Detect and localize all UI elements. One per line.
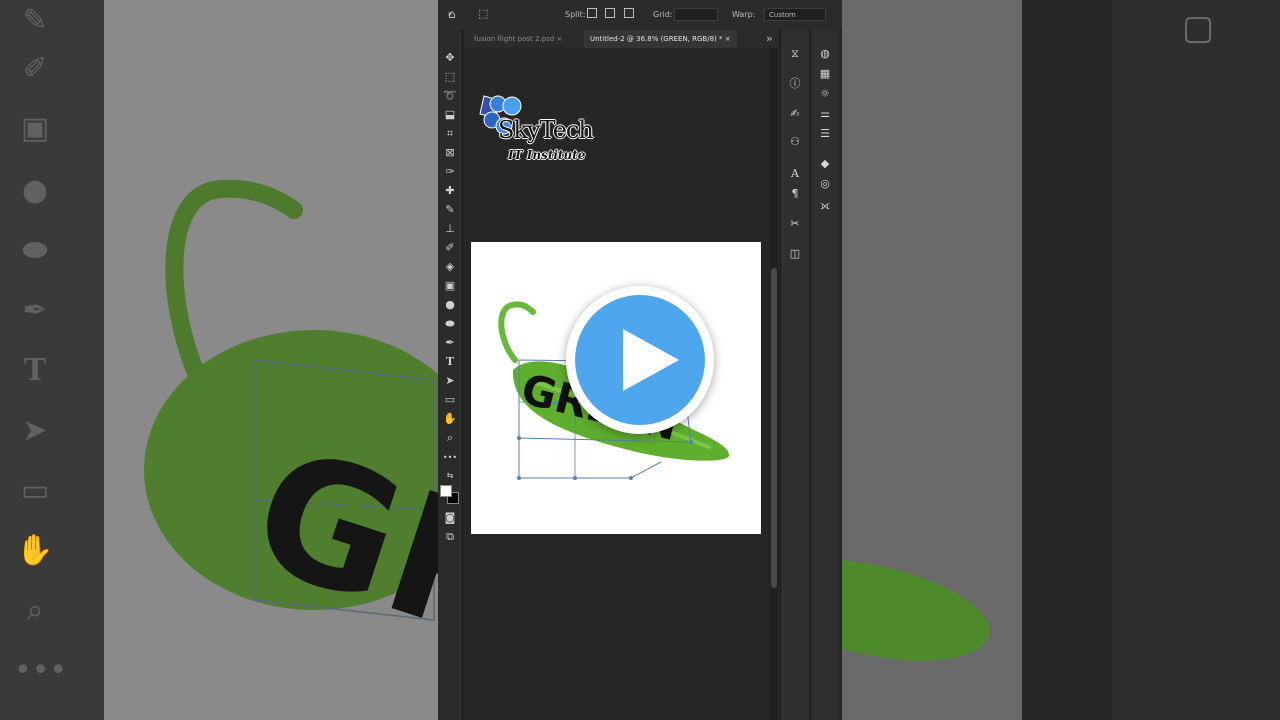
- logo-subtitle: IT Institute: [508, 148, 586, 162]
- document-tabs: fusion flight post 2.psd × Untitled-2 @ …: [464, 30, 778, 48]
- tab-fusion-flight[interactable]: fusion flight post 2.psd ×: [468, 30, 568, 48]
- collapse-icon[interactable]: »: [442, 6, 458, 22]
- lasso-icon[interactable]: ➰: [442, 88, 458, 104]
- ghost-rectangle-icon: ▭: [20, 473, 50, 508]
- libraries-icon[interactable]: ☰: [817, 126, 833, 142]
- tools-icon[interactable]: ✂: [787, 216, 803, 232]
- warp-tool-icon[interactable]: ⬚: [478, 7, 488, 20]
- vertical-scrollbar[interactable]: [770, 48, 778, 720]
- brush-icon[interactable]: ✎: [442, 202, 458, 218]
- path-select-icon[interactable]: ➤: [442, 373, 458, 389]
- paths-icon[interactable]: ⟗: [817, 198, 833, 214]
- dodge-icon[interactable]: ⬬: [442, 316, 458, 332]
- history-brush-icon[interactable]: ✐: [442, 240, 458, 256]
- move-icon[interactable]: ✥: [442, 50, 458, 66]
- more-icon[interactable]: •••: [442, 450, 458, 466]
- grid-select[interactable]: [674, 8, 718, 21]
- default-colors-icon[interactable]: ⇆: [442, 468, 458, 484]
- warp-select[interactable]: Custom: [764, 8, 826, 21]
- ghost-gradient-icon: ▣: [20, 111, 50, 146]
- warp-select-value: Custom: [769, 11, 796, 19]
- warp-label: Warp:: [732, 10, 756, 19]
- type-icon[interactable]: T: [442, 354, 458, 370]
- eraser-icon[interactable]: ◈: [442, 259, 458, 275]
- color-icon[interactable]: ◍: [817, 46, 833, 62]
- stamp-icon[interactable]: ⊥: [442, 221, 458, 237]
- ghost-blur-icon: ●: [21, 173, 49, 208]
- frame-icon[interactable]: ⊠: [442, 145, 458, 161]
- ghost-select-icon: ➤: [22, 413, 48, 448]
- screen-mode-icon[interactable]: ⧉: [442, 529, 458, 545]
- tools-panel: » ✥ ⬚ ➰ ⬓ ⌗ ⊠ ✑ ✚ ✎ ⊥ ✐ ◈ ▣ ● ⬬ ✒ T ➤ ▭ …: [438, 9, 463, 720]
- tab-overflow-icon[interactable]: »: [766, 32, 773, 45]
- grid-label: Grid:: [653, 10, 673, 19]
- ghost-panel-icon: ▢: [1182, 8, 1215, 48]
- crop-icon[interactable]: ⌗: [442, 126, 458, 142]
- properties-icon[interactable]: ⚌: [817, 106, 833, 122]
- play-icon: [623, 329, 679, 391]
- layers-icon[interactable]: ◆: [817, 156, 833, 172]
- close-icon[interactable]: ×: [725, 35, 731, 43]
- channels-icon[interactable]: ◎: [817, 176, 833, 192]
- background-pepper-tail: [842, 559, 990, 661]
- healing-icon[interactable]: ✚: [442, 183, 458, 199]
- options-bar: ⌂ ⬚ Split: Grid: Warp: Custom: [438, 0, 842, 31]
- quick-mask-icon[interactable]: ◙: [442, 510, 458, 526]
- marquee-icon[interactable]: ⬚: [442, 69, 458, 85]
- background-pepper: GRE: [144, 179, 438, 718]
- info-icon[interactable]: ⓘ: [787, 76, 803, 92]
- blur-icon[interactable]: ●: [442, 297, 458, 313]
- pen-icon[interactable]: ✒: [442, 335, 458, 351]
- adjust-icon[interactable]: ◫: [787, 246, 803, 262]
- tab-label: fusion flight post 2.psd: [474, 35, 555, 43]
- tab-untitled-2[interactable]: Untitled-2 @ 36.8% (GREEN, RGB/8) * ×: [584, 30, 737, 48]
- clone-source-icon[interactable]: ⚇: [787, 134, 803, 150]
- ghost-brush-icon: ✎: [22, 3, 48, 38]
- background-panel: ▢: [1112, 0, 1280, 720]
- adjustments-icon[interactable]: ☼: [817, 86, 833, 102]
- ghost-dodge-icon: ⬬: [22, 233, 48, 268]
- swatches-icon[interactable]: ▦: [817, 66, 833, 82]
- split-label: Split:: [565, 10, 586, 19]
- background-canvas: GRE: [104, 0, 438, 720]
- ghost-more-icon: •••: [14, 653, 68, 688]
- ghost-eraser-icon: ✐: [22, 51, 48, 86]
- paragraph-icon[interactable]: ¶: [787, 186, 803, 202]
- rectangle-icon[interactable]: ▭: [442, 392, 458, 408]
- panel-dock-1: ⧖ ⓘ ✍ ⚇ A ¶ ✂ ◫: [780, 30, 809, 720]
- ghost-type-icon: T: [23, 353, 47, 388]
- foreground-color-swatch[interactable]: [440, 485, 452, 497]
- character-icon[interactable]: A: [787, 166, 803, 182]
- hand-icon[interactable]: ✋: [442, 411, 458, 427]
- ghost-zoom-icon: ⌕: [26, 593, 44, 628]
- close-icon[interactable]: ×: [556, 35, 562, 43]
- background-panel-strip: [1022, 0, 1112, 720]
- scrollbar-thumb[interactable]: [771, 268, 777, 588]
- zoom-icon[interactable]: ⌕: [442, 430, 458, 446]
- history-icon[interactable]: ⧖: [787, 46, 803, 62]
- split-vertical-icon[interactable]: [605, 8, 615, 18]
- gradient-icon[interactable]: ▣: [442, 278, 458, 294]
- split-cross-icon[interactable]: [587, 8, 597, 18]
- background-toolbar: ✎ ✐ ▣ ● ⬬ ✒ T ➤ ▭ ✋ ⌕ •••: [0, 0, 104, 720]
- ghost-pen-icon: ✒: [22, 293, 48, 328]
- split-horizontal-icon[interactable]: [624, 8, 634, 18]
- ghost-hand-icon: ✋: [16, 533, 54, 568]
- brush-settings-icon[interactable]: ✍: [787, 106, 803, 122]
- skytech-logo: SkyTech IT Institute: [474, 92, 614, 172]
- eyedropper-icon[interactable]: ✑: [442, 164, 458, 180]
- logo-wordmark: SkyTech: [498, 116, 594, 144]
- object-select-icon[interactable]: ⬓: [442, 107, 458, 123]
- play-button-circle: [575, 295, 705, 425]
- panel-dock-2: ◍ ▦ ☼ ⚌ ☰ ◆ ◎ ⟗: [810, 30, 839, 720]
- background-right: ▢: [842, 0, 1280, 720]
- video-play-button[interactable]: [566, 286, 714, 434]
- tab-label: Untitled-2 @ 36.8% (GREEN, RGB/8) *: [590, 35, 723, 43]
- background-left: ✎ ✐ ▣ ● ⬬ ✒ T ➤ ▭ ✋ ⌕ ••• GRE: [0, 0, 438, 720]
